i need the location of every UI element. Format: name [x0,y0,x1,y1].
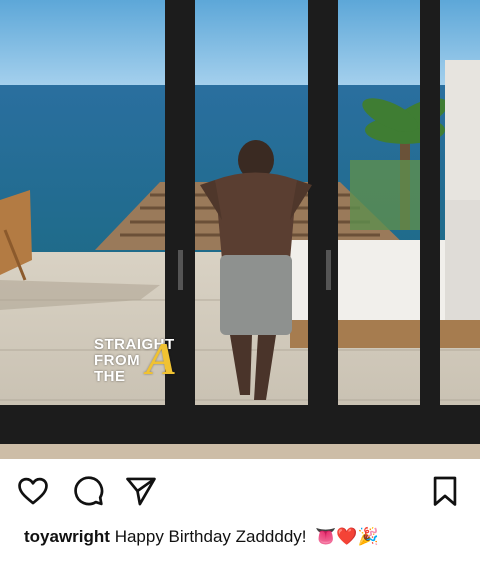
post-image [0,0,480,459]
post-caption: toyawright Happy Birthday Zaddddy! 👅❤️🎉 [24,527,379,547]
post-actions-bar [0,459,480,521]
watermark-line-2: FROM [94,352,141,369]
watermark: STRAIGHT FROM THE A [94,333,209,388]
share-paper-plane-icon[interactable] [124,474,158,508]
save-bookmark-icon[interactable] [428,474,462,508]
caption-text: Happy Birthday Zaddddy! [114,527,307,546]
watermark-letter: A [146,333,177,384]
caption-username[interactable]: toyawright [24,527,110,546]
post-photo[interactable]: STRAIGHT FROM THE A [0,0,480,459]
comment-bubble-icon[interactable] [71,474,105,508]
caption-emojis: 👅❤️🎉 [315,527,379,546]
like-heart-icon[interactable] [16,474,50,508]
watermark-line-3: THE [94,368,126,385]
